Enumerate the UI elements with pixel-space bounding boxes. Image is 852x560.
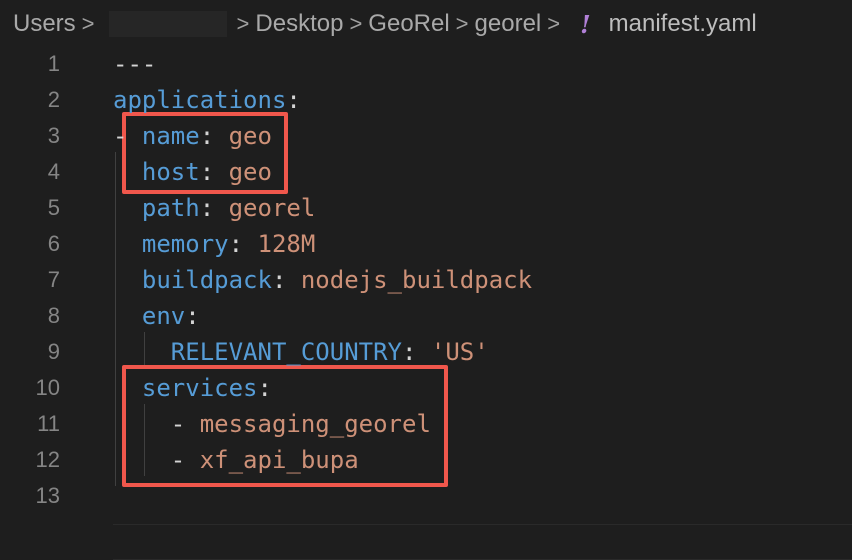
- yaml-punct: [113, 266, 142, 294]
- code-text: env:: [113, 298, 200, 334]
- line-number: 10: [35, 375, 60, 400]
- code-line[interactable]: 13: [0, 478, 852, 514]
- code-editor[interactable]: 1 --- 2 applications: 3- name: geo 4 host: ge…: [0, 46, 852, 560]
- code-line[interactable]: 3 - name: geo: [0, 118, 852, 154]
- yaml-key: services: [141, 374, 258, 402]
- line-number: 6: [47, 231, 60, 256]
- code-text: memory: 128M: [113, 226, 315, 262]
- yaml-punct: :: [185, 302, 200, 330]
- yaml-value: 'US': [430, 338, 489, 366]
- line-number: 9: [47, 339, 60, 364]
- code-text: ---: [113, 46, 156, 82]
- yaml-punct: [113, 158, 142, 186]
- line-number: 7: [47, 267, 60, 292]
- yaml-file-icon: !: [580, 9, 591, 39]
- yaml-value: geo: [228, 158, 272, 186]
- chevron-right-icon: >: [81, 11, 95, 36]
- line-number: 13: [35, 483, 60, 508]
- code-text: - messaging_georel: [113, 406, 431, 442]
- yaml-punct: :: [199, 194, 229, 222]
- yaml-value: georel: [228, 194, 316, 222]
- code-line[interactable]: 11 - messaging_georel: [0, 406, 852, 442]
- code-line[interactable]: 9 RELEVANT_COUNTRY: 'US': [0, 334, 852, 370]
- code-text: - xf_api_bupa: [113, 442, 359, 478]
- chevron-right-icon: >: [547, 11, 561, 36]
- code-line[interactable]: 10 services:: [0, 370, 852, 406]
- line-number: 2: [47, 87, 60, 112]
- line-number: 1: [47, 51, 60, 76]
- breadcrumb-item-georel-folder[interactable]: GeoRel: [368, 10, 449, 38]
- yaml-punct: :: [228, 230, 258, 258]
- yaml-punct: :: [257, 374, 272, 402]
- code-line[interactable]: 7 buildpack: nodejs_buildpack: [0, 262, 852, 298]
- yaml-punct: :: [401, 338, 431, 366]
- code-text: host: geo: [113, 154, 272, 190]
- code-line[interactable]: 4 host: geo: [0, 154, 852, 190]
- yaml-key: env: [141, 302, 186, 330]
- current-line-highlight: [113, 524, 852, 560]
- breadcrumb-item-georel-subfolder[interactable]: georel: [475, 10, 542, 38]
- yaml-punct: [113, 374, 142, 402]
- code-line[interactable]: 1 ---: [0, 46, 852, 82]
- line-number: 3: [47, 123, 60, 148]
- yaml-key: host: [141, 158, 200, 186]
- yaml-key: name: [141, 122, 200, 150]
- breadcrumb-item-desktop[interactable]: Desktop: [255, 10, 343, 38]
- code-text: - name: geo: [113, 118, 272, 154]
- code-text: RELEVANT_COUNTRY: 'US': [113, 334, 489, 370]
- yaml-punct: [113, 230, 142, 258]
- yaml-key: buildpack: [141, 266, 272, 294]
- yaml-punct: [113, 194, 142, 222]
- yaml-key: path: [141, 194, 200, 222]
- yaml-punct: ---: [113, 50, 157, 78]
- yaml-key: RELEVANT_COUNTRY: [170, 338, 402, 366]
- yaml-key: applications: [113, 86, 287, 114]
- yaml-value: xf_api_bupa: [199, 446, 359, 474]
- code-text: buildpack: nodejs_buildpack: [113, 262, 532, 298]
- code-line[interactable]: 12 - xf_api_bupa: [0, 442, 852, 478]
- chevron-right-icon: >: [236, 11, 250, 36]
- yaml-punct: [113, 302, 142, 330]
- line-number: 11: [37, 411, 60, 436]
- line-number: 12: [35, 447, 60, 472]
- code-text: applications:: [113, 82, 301, 118]
- line-number: 5: [47, 195, 60, 220]
- yaml-punct: -: [113, 446, 200, 474]
- code-text: path: georel: [113, 190, 315, 226]
- line-number: 4: [47, 159, 60, 184]
- yaml-value: messaging_georel: [199, 410, 431, 438]
- code-line[interactable]: 2 applications:: [0, 82, 852, 118]
- code-text: services:: [113, 370, 272, 406]
- yaml-value: nodejs_buildpack: [300, 266, 533, 294]
- chevron-right-icon: >: [349, 11, 363, 36]
- yaml-value: 128M: [257, 230, 316, 258]
- yaml-punct: :: [286, 86, 301, 114]
- chevron-right-icon: >: [455, 11, 469, 36]
- line-number: 8: [47, 303, 60, 328]
- breadcrumb-file-name[interactable]: manifest.yaml: [609, 10, 757, 38]
- yaml-punct: -: [113, 122, 142, 150]
- yaml-punct: [113, 338, 171, 366]
- yaml-value: geo: [228, 122, 272, 150]
- code-line[interactable]: 5 path: georel: [0, 190, 852, 226]
- yaml-punct: -: [113, 410, 200, 438]
- breadcrumb: Users > > Desktop > GeoRel > georel > ! …: [0, 0, 852, 48]
- yaml-punct: :: [199, 122, 229, 150]
- breadcrumb-item-users[interactable]: Users: [13, 10, 76, 38]
- breadcrumb-item-redacted-username[interactable]: [108, 11, 227, 37]
- yaml-punct: :: [271, 266, 301, 294]
- code-line[interactable]: 6 memory: 128M: [0, 226, 852, 262]
- yaml-punct: :: [199, 158, 229, 186]
- yaml-key: memory: [141, 230, 229, 258]
- code-line[interactable]: 8 env:: [0, 298, 852, 334]
